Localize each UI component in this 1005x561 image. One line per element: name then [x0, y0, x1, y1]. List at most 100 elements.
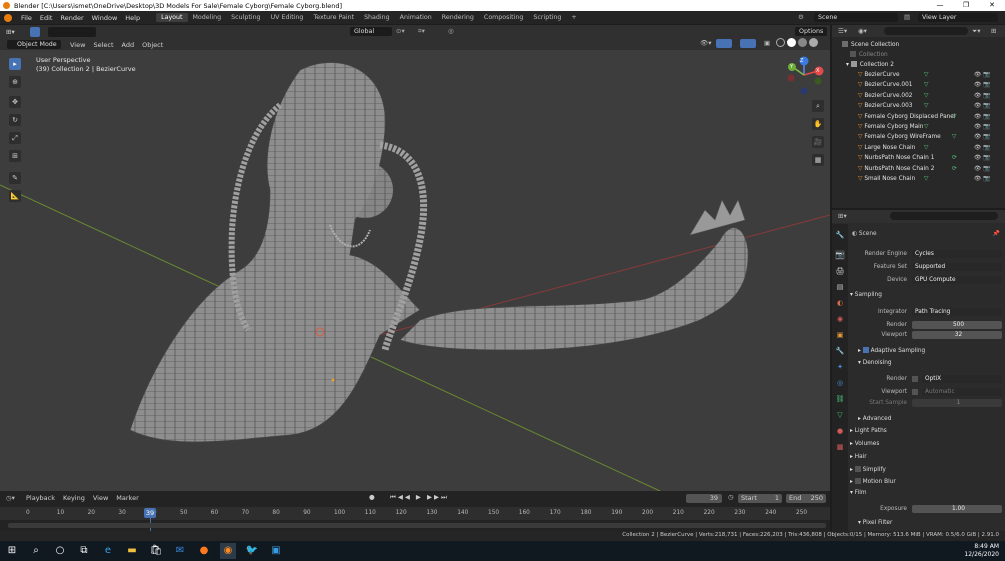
move-tool-icon[interactable]: ✥: [9, 96, 21, 108]
pan-hand-icon[interactable]: ✋: [812, 118, 824, 130]
menu-window[interactable]: Window: [88, 14, 122, 22]
visibility-toggles[interactable]: 👁📷: [974, 164, 993, 174]
advanced-header[interactable]: ▸ Advanced: [858, 416, 891, 422]
store-icon[interactable]: 🛍: [148, 543, 164, 559]
properties-editor-icon[interactable]: ⊞▾: [838, 212, 847, 220]
properties-search-input[interactable]: [890, 212, 998, 220]
filter-icon[interactable]: ⏷▾: [972, 27, 980, 36]
denoise-render-checkbox[interactable]: [912, 376, 918, 382]
outliner-collection-2[interactable]: ▾ Collection 2: [832, 60, 1005, 70]
outliner-item[interactable]: ▽ Large Nose Chain ▽ 👁📷: [832, 143, 1005, 153]
blender-menu-icon[interactable]: [4, 13, 12, 22]
viewport-samples-field[interactable]: 32: [912, 331, 1002, 339]
app-icon[interactable]: ▣: [268, 543, 284, 559]
outliner-collection[interactable]: Collection: [832, 50, 1005, 60]
display-mode-icon[interactable]: ◉▾: [858, 27, 867, 35]
material-tab-icon[interactable]: ●: [835, 426, 845, 436]
timeline-menu-view[interactable]: View: [93, 494, 108, 502]
maximize-button[interactable]: ❐: [953, 0, 979, 11]
gizmo-toggle-icon[interactable]: [716, 39, 732, 48]
new-collection-icon[interactable]: ⊞: [991, 27, 996, 35]
visibility-toggles[interactable]: 👁📷: [974, 153, 993, 163]
outliner-item[interactable]: ▽ BezierCurve.001 ▽ 👁📷: [832, 80, 1005, 90]
options-dropdown[interactable]: Options: [795, 27, 828, 36]
texture-tab-icon[interactable]: ▩: [835, 442, 845, 452]
start-sample-field[interactable]: 1: [912, 399, 1002, 407]
denoise-viewport-checkbox[interactable]: [912, 389, 918, 395]
simplify-checkbox[interactable]: [854, 466, 861, 472]
outliner-item[interactable]: ▽ BezierCurve.003 ▽ 👁📷: [832, 101, 1005, 111]
tab-shading[interactable]: Shading: [359, 13, 395, 22]
denoise-render-dropdown[interactable]: OptiX: [922, 375, 1002, 383]
end-frame-field[interactable]: End 250: [786, 494, 826, 503]
particles-tab-icon[interactable]: ✦: [835, 362, 845, 372]
sampling-panel-header[interactable]: ▾ Sampling: [850, 292, 882, 298]
camera-icon[interactable]: 🎥: [812, 136, 824, 148]
pin-icon[interactable]: 📌: [993, 229, 1000, 239]
visibility-toggles[interactable]: 👁📷: [974, 122, 993, 132]
perspective-grid-icon[interactable]: ▦: [812, 154, 824, 166]
pixel-filter-header[interactable]: ▾ Pixel Filter: [858, 520, 892, 526]
transform-orientation[interactable]: Global: [350, 27, 392, 36]
motion-blur-checkbox[interactable]: [854, 478, 861, 484]
outliner-scene-collection[interactable]: Scene Collection: [832, 40, 1005, 50]
denoise-viewport-dropdown[interactable]: Automatic: [922, 388, 1002, 396]
view-layer-selector[interactable]: View Layer: [918, 13, 998, 22]
pivot-icon[interactable]: ⊙▾: [396, 27, 405, 35]
visibility-toggles[interactable]: 👁📷: [974, 101, 993, 111]
cursor-tool-icon[interactable]: ⊕: [9, 76, 21, 88]
feature-set-dropdown[interactable]: Supported: [912, 263, 1002, 271]
menu-edit[interactable]: Edit: [36, 14, 57, 22]
overlay-toggle-icon[interactable]: [740, 39, 756, 48]
adaptive-sampling-checkbox[interactable]: [862, 347, 869, 353]
tab-animation[interactable]: Animation: [395, 13, 437, 22]
playback-controls[interactable]: ⏮◀◀ ▶ ▶▶⏭: [390, 493, 449, 502]
outliner-item[interactable]: ▽ Female Cyborg WireFrame ▽ 👁📷: [832, 132, 1005, 142]
render-engine-dropdown[interactable]: Cycles: [912, 250, 1002, 258]
blender-taskbar-icon[interactable]: ◉: [220, 543, 236, 559]
timeline-menu-playback[interactable]: Playback: [26, 494, 55, 502]
timeline-editor-icon[interactable]: ◷▾: [6, 494, 15, 502]
tab-layout[interactable]: Layout: [156, 13, 188, 22]
viewport-menu-view[interactable]: View: [70, 41, 85, 49]
visibility-toggles[interactable]: 👁📷: [974, 70, 993, 80]
outliner-item[interactable]: ▽ Female Cyborg Main ▽ 👁📷: [832, 122, 1005, 132]
tab-modeling[interactable]: Modeling: [188, 13, 227, 22]
rotate-tool-icon[interactable]: ↻: [9, 114, 21, 126]
select-tool-icon[interactable]: ▸: [9, 58, 21, 70]
tab-scripting[interactable]: Scripting: [528, 13, 566, 22]
visibility-toggles[interactable]: 👁📷: [974, 80, 993, 90]
search-icon[interactable]: ⌕: [28, 543, 44, 559]
scale-tool-icon[interactable]: ⤢: [9, 132, 21, 144]
outliner-item[interactable]: ▽ Female Cyborg Displaced Panel ▽ 👁📷: [832, 112, 1005, 122]
edge-icon[interactable]: e: [100, 543, 116, 559]
menu-render[interactable]: Render: [56, 14, 87, 22]
visibility-toggles[interactable]: 👁📷: [974, 112, 993, 122]
tab-rendering[interactable]: Rendering: [437, 13, 479, 22]
tab-texture-paint[interactable]: Texture Paint: [308, 13, 359, 22]
task-view-icon[interactable]: ⧉: [76, 543, 92, 559]
wireframe-shading-icon[interactable]: [776, 38, 785, 47]
editor-type-icon[interactable]: ⊞▾: [6, 28, 15, 36]
data-tab-icon[interactable]: ▽: [835, 410, 845, 420]
selection-mode-icons[interactable]: [48, 27, 96, 37]
navigation-gizmo[interactable]: [787, 56, 824, 95]
object-mode-dropdown[interactable]: Object Mode: [7, 40, 61, 49]
viewport-menu-select[interactable]: Select: [93, 41, 113, 49]
outliner-search-input[interactable]: [884, 27, 968, 35]
material-shading-icon[interactable]: [798, 38, 807, 47]
render-samples-field[interactable]: 500: [912, 321, 1002, 329]
film-header[interactable]: ▾ Film: [850, 490, 867, 496]
outliner-editor-icon[interactable]: ☰▾: [838, 27, 847, 35]
annotate-tool-icon[interactable]: ✎: [9, 172, 21, 184]
transform-tool-icon[interactable]: ⊞: [9, 150, 21, 162]
firefox-icon[interactable]: ●: [196, 543, 212, 559]
windows-start-icon[interactable]: ⊞: [4, 543, 20, 559]
proportional-edit-icon[interactable]: ◎: [448, 27, 454, 35]
visibility-toggles[interactable]: 👁📷: [974, 91, 993, 101]
tab-sculpting[interactable]: Sculpting: [226, 13, 265, 22]
cortana-icon[interactable]: ○: [52, 543, 68, 559]
device-dropdown[interactable]: GPU Compute: [912, 276, 1002, 284]
select-box-icon[interactable]: [30, 27, 40, 37]
zoom-icon[interactable]: ⌕: [812, 100, 824, 112]
